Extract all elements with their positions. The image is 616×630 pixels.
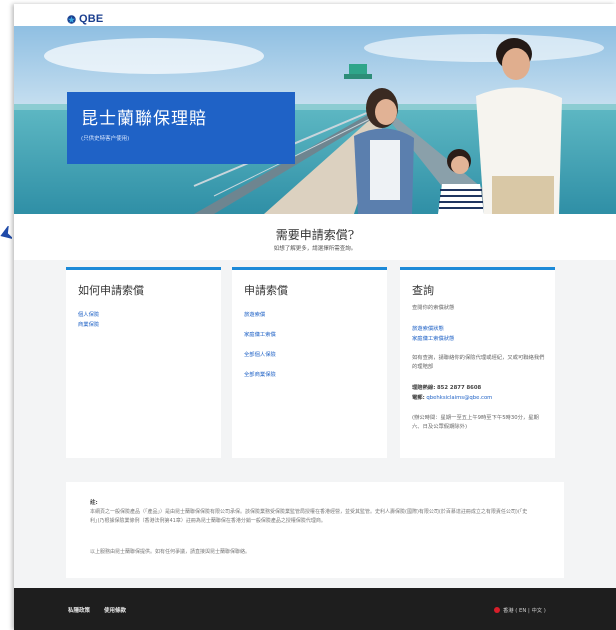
office-hours-text: (辦公時間：星期一至五上午9時至下午5時30分，星期六、日及公眾假期除外): [412, 415, 539, 430]
footer-privacy-link[interactable]: 私隱政策: [68, 606, 90, 614]
hong-kong-flag-icon: [494, 607, 500, 613]
logo-text: QBE: [79, 13, 104, 25]
qbe-logo[interactable]: QBE: [66, 13, 103, 25]
hotline-number[interactable]: 852 2877 8608: [437, 385, 481, 391]
intro-title: 需要申請索償?: [275, 228, 355, 242]
claim-status-text: 查閱你的索償狀態: [412, 305, 455, 311]
footer-terms-link[interactable]: 使用條款: [104, 606, 126, 614]
card-title: 申請索償: [244, 284, 288, 297]
hero-banner: 昆士蘭聯保理賠 (只供史特客户使用): [14, 26, 616, 214]
hero-title-box: 昆士蘭聯保理賠 (只供史特客户使用): [67, 92, 295, 164]
qbe-star-icon: [67, 14, 76, 24]
link-helper-claim-status[interactable]: 家庭傭工索償狀態: [412, 334, 454, 342]
email-link[interactable]: qbehksiclaims@qbe.com: [426, 395, 492, 401]
hotline-row: 理賠熱線: 852 2877 8608: [412, 384, 547, 393]
agent-contact-text: 如有查詢，請聯絡你的保險代理或經紀，又或可聯絡我們的理賠部: [412, 355, 545, 370]
notes-paragraph-1: 本網頁之一般保險產品（「產品」）是由昆士蘭聯保保險有限公司承保。該保險業務受保險…: [90, 509, 528, 524]
link-domestic-helper-claim[interactable]: 家庭傭工索償: [244, 330, 276, 338]
page: QBE 昆士蘭聯保理賠 (只供史特客户使用) 需要申請索償? 如想了解更多，請選…: [14, 4, 616, 630]
link-travel-claim-status[interactable]: 旅遊索償狀態: [412, 324, 444, 332]
hero-subtitle: (只供史特客户使用): [81, 136, 130, 142]
hotline-label: 理賠熱線:: [412, 385, 436, 391]
chevron-left-arrow-icon: [0, 226, 12, 240]
email-row: 電郵: qbehksiclaims@qbe.com: [412, 394, 547, 403]
region-selector[interactable]: 香港 ( EN | 中文 ): [494, 606, 546, 614]
card-make-claim: 申請索償 旅遊索償 家庭傭工索償 全部個人保險 全部商業保險: [232, 267, 387, 458]
card-title: 如何申請索償: [78, 284, 144, 297]
intro-subtitle: 如想了解更多，請選擇所需查詢。: [273, 246, 357, 252]
notes-box: 註: 本網頁之一般保險產品（「產品」）是由昆士蘭聯保保險有限公司承保。該保險業務…: [66, 482, 564, 578]
link-all-commercial-insurance[interactable]: 全部商業保險: [244, 370, 276, 378]
link-travel-claim[interactable]: 旅遊索償: [244, 310, 265, 318]
card-enquiry: 查詢 查閱你的索償狀態 旅遊索償狀態 家庭傭工索償狀態 如有查詢，請聯絡你的保險…: [400, 267, 555, 458]
email-label: 電郵:: [412, 395, 425, 401]
link-commercial-insurance[interactable]: 商業保險: [78, 320, 99, 328]
notes-paragraph-2: 以上服務由昆士蘭聯保提供。如有任何爭議，請直接與昆士蘭聯保聯絡。: [90, 549, 251, 555]
hero-title: 昆士蘭聯保理賠: [81, 109, 207, 129]
card-how-to-claim: 如何申請索償 個人保險 商業保險: [66, 267, 221, 458]
link-all-personal-insurance[interactable]: 全部個人保險: [244, 350, 276, 358]
top-bar: QBE: [14, 4, 616, 26]
link-personal-insurance[interactable]: 個人保險: [78, 310, 99, 318]
notes-label: 註:: [90, 500, 98, 506]
region-label: 香港 ( EN | 中文 ): [503, 608, 546, 614]
card-title: 查詢: [412, 284, 434, 297]
footer: 私隱政策 使用條款 香港 ( EN | 中文 ): [14, 588, 616, 630]
